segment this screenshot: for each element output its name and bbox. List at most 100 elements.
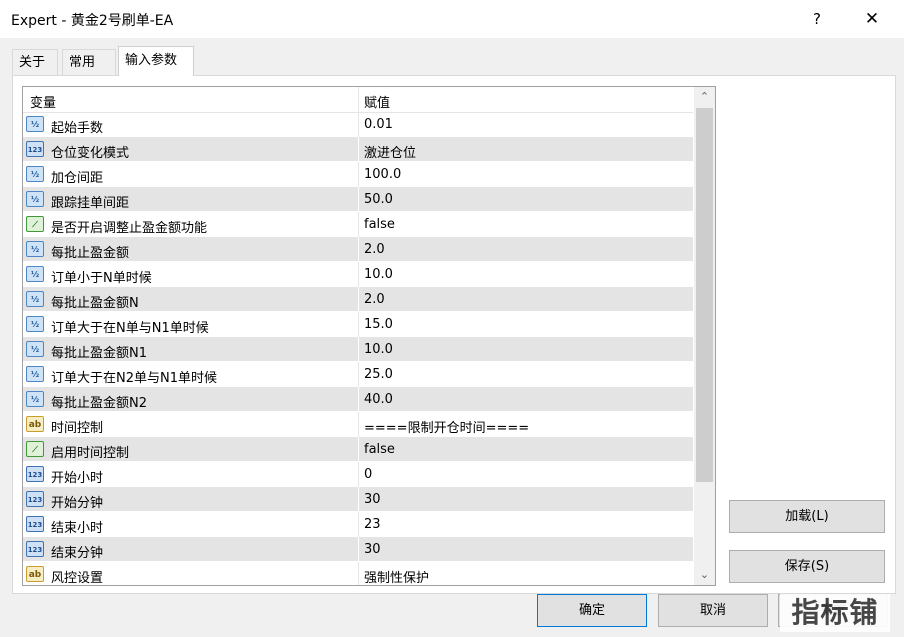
type-bool-icon: ⟋ <box>26 441 44 457</box>
type-frac-icon: ½ <box>26 116 44 132</box>
parameter-row[interactable]: ⟋ 是否开启调整止盈金额功能 false <box>23 212 693 237</box>
parameter-row[interactable]: ½ 每批止盈金额N2 40.0 <box>23 387 693 412</box>
type-str-icon: ab <box>26 416 44 432</box>
parameter-name: 起始手数 <box>51 121 104 136</box>
load-button[interactable]: 加载(L) <box>729 500 885 533</box>
cell-divider <box>358 537 359 562</box>
parameter-value[interactable]: false <box>364 442 395 457</box>
cell-divider <box>358 462 359 487</box>
parameter-row[interactable]: ½ 跟踪挂单间距 50.0 <box>23 187 693 212</box>
parameter-value[interactable]: 2.0 <box>364 292 385 307</box>
parameter-row[interactable]: ½ 每批止盈金额 2.0 <box>23 237 693 262</box>
parameter-value[interactable]: 强制性保护 <box>364 567 429 585</box>
parameter-name: 加仓间距 <box>51 171 104 186</box>
parameter-value[interactable]: 30 <box>364 492 381 507</box>
parameters-grid: 变量 赋值 ½ 起始手数 0.01 123 仓位变化模式 激进仓位 ½ 加仓间距 100.0 ½ 跟… <box>22 86 716 586</box>
parameter-name: 启用时间控制 <box>51 446 130 461</box>
parameter-value[interactable]: 15.0 <box>364 317 393 332</box>
title-bar: Expert - 黄金2号刷单-EA ? ✕ <box>0 0 904 38</box>
parameter-value[interactable]: false <box>364 217 395 232</box>
parameter-name: 开始小时 <box>51 471 104 486</box>
parameter-row[interactable]: ½ 每批止盈金额N1 10.0 <box>23 337 693 362</box>
parameter-value[interactable]: 0 <box>364 467 372 482</box>
parameter-value[interactable]: 50.0 <box>364 192 393 207</box>
parameter-value[interactable]: 30 <box>364 542 381 557</box>
cell-divider <box>358 487 359 512</box>
parameter-row[interactable]: ½ 订单大于在N单与N1单时候 15.0 <box>23 312 693 337</box>
cell-divider <box>358 412 359 437</box>
parameter-name: 跟踪挂单间距 <box>51 196 130 211</box>
type-str-icon: ab <box>26 566 44 582</box>
type-frac-icon: ½ <box>26 366 44 382</box>
watermark-logo: 指标铺 <box>780 594 890 632</box>
cell-divider <box>358 262 359 287</box>
type-frac-icon: ½ <box>26 341 44 357</box>
parameter-row[interactable]: ½ 加仓间距 100.0 <box>23 162 693 187</box>
parameter-value[interactable]: 10.0 <box>364 267 393 282</box>
parameter-row[interactable]: ½ 每批止盈金额N 2.0 <box>23 287 693 312</box>
parameter-value[interactable]: ====限制开仓时间==== <box>364 417 529 436</box>
cell-divider <box>358 112 359 137</box>
column-divider[interactable] <box>358 87 359 112</box>
parameter-value[interactable]: 40.0 <box>364 392 393 407</box>
cell-divider <box>358 162 359 187</box>
parameter-value[interactable]: 2.0 <box>364 242 385 257</box>
vertical-scrollbar[interactable]: ⌃ ⌄ <box>694 87 715 585</box>
type-bool-icon: ⟋ <box>26 216 44 232</box>
parameter-row[interactable]: ½ 起始手数 0.01 <box>23 112 693 137</box>
parameter-name: 订单大于在N2单与N1单时候 <box>51 371 217 386</box>
ok-button[interactable]: 确定 <box>537 594 647 627</box>
parameter-name: 结束小时 <box>51 521 104 536</box>
parameter-name: 订单大于在N单与N1单时候 <box>51 321 209 336</box>
tab-common[interactable]: 常用 <box>62 49 116 75</box>
scroll-thumb[interactable] <box>696 108 713 482</box>
cell-divider <box>358 312 359 337</box>
type-frac-icon: ½ <box>26 316 44 332</box>
parameter-value[interactable]: 23 <box>364 517 381 532</box>
parameter-row[interactable]: ab 时间控制 ====限制开仓时间==== <box>23 412 693 437</box>
cell-divider <box>358 362 359 387</box>
type-num-icon: 123 <box>26 141 44 157</box>
scroll-down-icon[interactable]: ⌄ <box>694 565 715 585</box>
parameter-row[interactable]: 123 结束小时 23 <box>23 512 693 537</box>
parameter-name: 是否开启调整止盈金额功能 <box>51 221 208 236</box>
parameter-value[interactable]: 激进仓位 <box>364 142 416 161</box>
tab-inputs[interactable]: 输入参数 <box>118 46 194 76</box>
cancel-button[interactable]: 取消 <box>658 594 768 627</box>
parameter-name: 每批止盈金额N <box>51 296 139 311</box>
cell-divider <box>358 187 359 212</box>
save-button[interactable]: 保存(S) <box>729 550 885 583</box>
type-frac-icon: ½ <box>26 291 44 307</box>
type-frac-icon: ½ <box>26 166 44 182</box>
parameter-value[interactable]: 100.0 <box>364 167 401 182</box>
cell-divider <box>358 387 359 412</box>
type-frac-icon: ½ <box>26 266 44 282</box>
parameter-row[interactable]: 123 结束分钟 30 <box>23 537 693 562</box>
parameter-value[interactable]: 0.01 <box>364 117 393 132</box>
cell-divider <box>358 212 359 237</box>
parameter-name: 每批止盈金额N1 <box>51 346 147 361</box>
type-num-icon: 123 <box>26 516 44 532</box>
tab-about[interactable]: 关于 <box>12 49 58 75</box>
type-frac-icon: ½ <box>26 191 44 207</box>
parameter-row[interactable]: ½ 订单大于在N2单与N1单时候 25.0 <box>23 362 693 387</box>
close-icon[interactable]: ✕ <box>860 6 884 32</box>
parameter-row[interactable]: ½ 订单小于N单时候 10.0 <box>23 262 693 287</box>
cell-divider <box>358 437 359 462</box>
column-header-value[interactable]: 赋值 <box>364 92 390 111</box>
parameter-name: 开始分钟 <box>51 496 104 511</box>
parameter-row[interactable]: 123 开始小时 0 <box>23 462 693 487</box>
parameter-row[interactable]: 123 开始分钟 30 <box>23 487 693 512</box>
parameter-value[interactable]: 10.0 <box>364 342 393 357</box>
cell-divider <box>358 562 359 585</box>
parameter-row[interactable]: ab 风控设置 强制性保护 <box>23 562 693 585</box>
parameter-row[interactable]: 123 仓位变化模式 激进仓位 <box>23 137 693 162</box>
parameter-row[interactable]: ⟋ 启用时间控制 false <box>23 437 693 462</box>
help-icon[interactable]: ? <box>805 6 829 32</box>
parameter-name: 每批止盈金额 <box>51 246 130 261</box>
column-header-variable[interactable]: 变量 <box>30 92 56 111</box>
type-num-icon: 123 <box>26 541 44 557</box>
parameter-value[interactable]: 25.0 <box>364 367 393 382</box>
scroll-up-icon[interactable]: ⌃ <box>694 87 715 107</box>
type-frac-icon: ½ <box>26 391 44 407</box>
